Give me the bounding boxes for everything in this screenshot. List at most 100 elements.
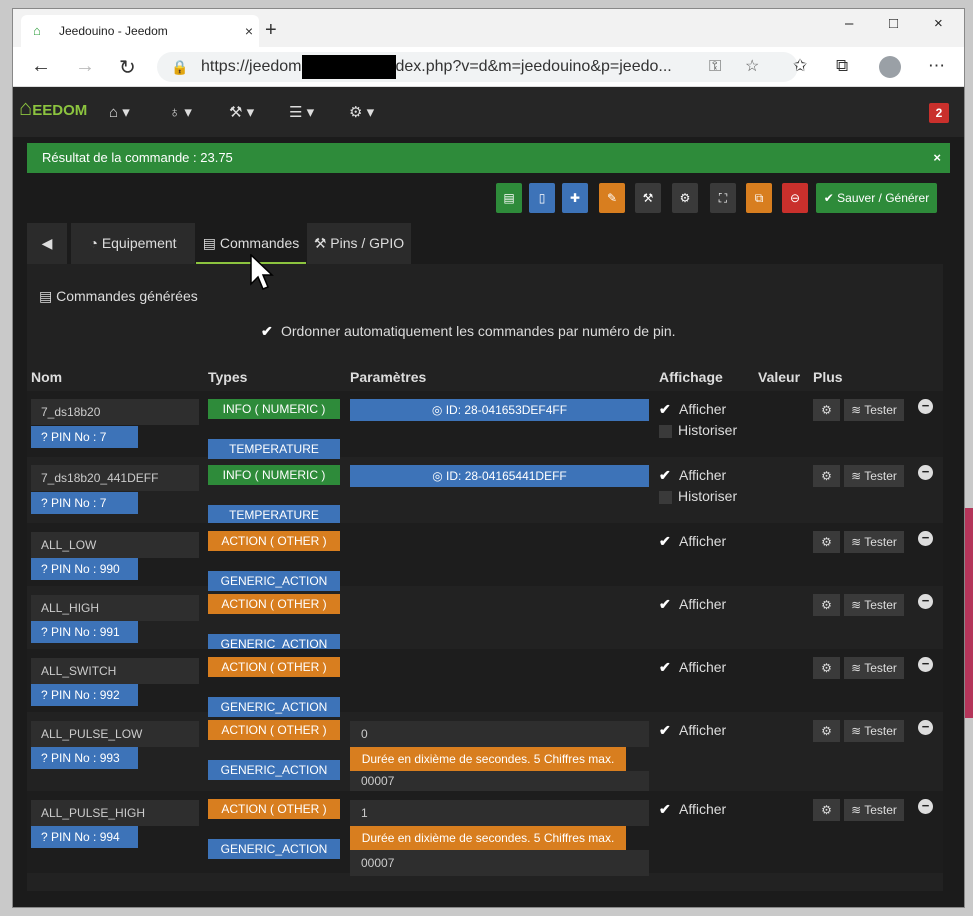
type-badge: ACTION ( OTHER ) [208, 657, 340, 677]
type-badge: ACTION ( OTHER ) [208, 799, 340, 819]
remove-command-icon[interactable]: − [918, 594, 933, 609]
url-field[interactable]: 🔒 https://jeedom dex.php?v=d&m=jeedouino&… [157, 52, 798, 82]
pin-label: PIN No : 991 [51, 625, 120, 639]
remove-command-icon[interactable]: − [918, 531, 933, 546]
afficher-checkbox[interactable]: ✔ Afficher [659, 801, 726, 818]
section-title-text: Commandes générées [56, 288, 198, 304]
browser-tab[interactable]: ⌂ Jeedouino - Jeedom × [21, 15, 259, 47]
afficher-checkbox[interactable]: ✔ Afficher [659, 467, 726, 484]
config-button[interactable]: ⚙ [813, 657, 840, 679]
order-checkbox[interactable]: ✔ Ordonner automatiquement les commandes … [261, 323, 676, 340]
remove-command-icon[interactable]: − [918, 720, 933, 735]
alert-close-button[interactable]: × [933, 143, 941, 173]
collections-icon[interactable]: ⧉ [836, 56, 848, 76]
config-button[interactable]: ⚙ [813, 465, 840, 487]
command-name-field[interactable]: ALL_PULSE_HIGH [31, 800, 199, 826]
wrench-button[interactable]: ⚒ [635, 183, 661, 213]
forward-arrow-icon[interactable]: → [75, 55, 95, 78]
command-name-field[interactable]: ALL_LOW [31, 532, 199, 558]
afficher-label: Afficher [679, 596, 727, 612]
minimize-button[interactable]: – [845, 15, 853, 32]
duration-input[interactable]: 00007 [350, 771, 649, 791]
config-button[interactable]: ⚙ [813, 531, 840, 553]
tester-button[interactable]: ≋ Tester [844, 594, 904, 616]
afficher-checkbox[interactable]: ✔ Afficher [659, 659, 726, 676]
favorite-star-icon[interactable]: ☆ [745, 52, 759, 82]
tab-title: Jeedouino - Jeedom [59, 24, 168, 38]
config-button[interactable]: ⚙ [813, 594, 840, 616]
remove-button[interactable]: ⊖ [782, 183, 808, 213]
historiser-checkbox[interactable]: Historiser [659, 488, 737, 504]
jeedom-page: ⌂EEDOM ⌂ ▾ ♁ ▾ ⚒ ▾ ☰ ▾ ⚙ ▾ 2 Résultat de… [13, 87, 964, 907]
tester-button[interactable]: ≋ Tester [844, 465, 904, 487]
remove-command-icon[interactable]: − [918, 657, 933, 672]
pin-label: PIN No : 7 [51, 430, 107, 444]
pin-badge: ? PIN No : 994 [31, 826, 138, 848]
save-generate-button[interactable]: ✔ Sauver / Générer [816, 183, 937, 213]
afficher-label: Afficher [679, 533, 727, 549]
plugins-menu-icon[interactable]: ☰ ▾ [289, 103, 314, 121]
config-button[interactable]: ⚙ [813, 799, 840, 821]
jeedom-logo[interactable]: ⌂EEDOM [19, 95, 87, 121]
home-menu-icon[interactable]: ⌂ ▾ [109, 103, 130, 121]
doc-book-button[interactable]: ▤ [496, 183, 522, 213]
tab-close-icon[interactable]: × [245, 23, 253, 39]
afficher-checkbox[interactable]: ✔ Afficher [659, 596, 726, 613]
tester-button[interactable]: ≋ Tester [844, 531, 904, 553]
advanced-config-button[interactable]: ⚙ [672, 183, 698, 213]
url-prefix: https://jeedom [201, 58, 302, 75]
afficher-checkbox[interactable]: ✔ Afficher [659, 722, 726, 739]
tools-menu-icon[interactable]: ⚒ ▾ [229, 103, 254, 121]
edit-button[interactable]: ✎ [599, 183, 625, 213]
file-button[interactable]: ▯ [529, 183, 555, 213]
command-name-field[interactable]: ALL_PULSE_LOW [31, 721, 199, 747]
value-input[interactable]: 0 [350, 721, 649, 747]
rss-icon: ≋ [851, 598, 862, 612]
config-button[interactable]: ⚙ [813, 720, 840, 742]
afficher-checkbox[interactable]: ✔ Afficher [659, 533, 726, 550]
alert-text: Résultat de la commande : 23.75 [42, 150, 233, 165]
settings-menu-icon[interactable]: ⚙ ▾ [349, 103, 374, 121]
header-affichage: Affichage [659, 369, 723, 385]
tester-button[interactable]: ≋ Tester [844, 720, 904, 742]
back-arrow-icon[interactable]: ← [31, 55, 51, 78]
tester-button[interactable]: ≋ Tester [844, 399, 904, 421]
pin-label: PIN No : 7 [51, 496, 107, 510]
remove-command-icon[interactable]: − [918, 465, 933, 480]
new-tab-button[interactable]: + [265, 19, 277, 42]
duration-input[interactable]: 00007 [350, 850, 649, 876]
favorites-icon[interactable]: ✩ [793, 56, 807, 76]
message-count-badge[interactable]: 2 [929, 103, 949, 123]
tester-button[interactable]: ≋ Tester [844, 799, 904, 821]
window-close-button[interactable]: × [934, 15, 943, 32]
command-name-field[interactable]: 7_ds18b20 [31, 399, 199, 425]
section-title: ▤ Commandes générées [39, 288, 198, 305]
pin-badge: ? PIN No : 991 [31, 621, 138, 643]
maximize-button[interactable]: □ [889, 15, 898, 32]
value-input[interactable]: 1 [350, 800, 649, 826]
command-name-field[interactable]: ALL_HIGH [31, 595, 199, 621]
config-button[interactable]: ⚙ [813, 399, 840, 421]
historiser-checkbox[interactable]: Historiser [659, 422, 737, 438]
more-menu-icon[interactable]: ⋯ [928, 56, 945, 76]
command-name-field[interactable]: 7_ds18b20_441DEFF [31, 465, 199, 491]
tab-commandes-label: Commandes [219, 235, 300, 251]
duplicate-button[interactable]: ⧉ [746, 183, 772, 213]
check-icon: ✔ [659, 801, 671, 817]
tab-back[interactable]: ◀ [27, 223, 67, 264]
key-icon[interactable]: ⚿ [709, 52, 721, 82]
tester-button[interactable]: ≋ Tester [844, 657, 904, 679]
remove-command-icon[interactable]: − [918, 799, 933, 814]
tab-pins[interactable]: ⚒ Pins / GPIO [307, 223, 411, 264]
profile-avatar[interactable] [879, 56, 901, 78]
refresh-icon[interactable]: ↻ [119, 55, 136, 80]
health-button[interactable]: ✚ [562, 183, 588, 213]
remove-command-icon[interactable]: − [918, 399, 933, 414]
tab-equipement[interactable]: ◔ Equipement [71, 223, 195, 264]
command-name-field[interactable]: ALL_SWITCH [31, 658, 199, 684]
analysis-menu-icon[interactable]: ♁ ▾ [169, 103, 192, 121]
expand-button[interactable]: ⛶ [710, 183, 736, 213]
afficher-checkbox[interactable]: ✔ Afficher [659, 401, 726, 418]
lock-icon: 🔒 [171, 59, 189, 75]
gears-icon: ⚙ [821, 469, 832, 483]
